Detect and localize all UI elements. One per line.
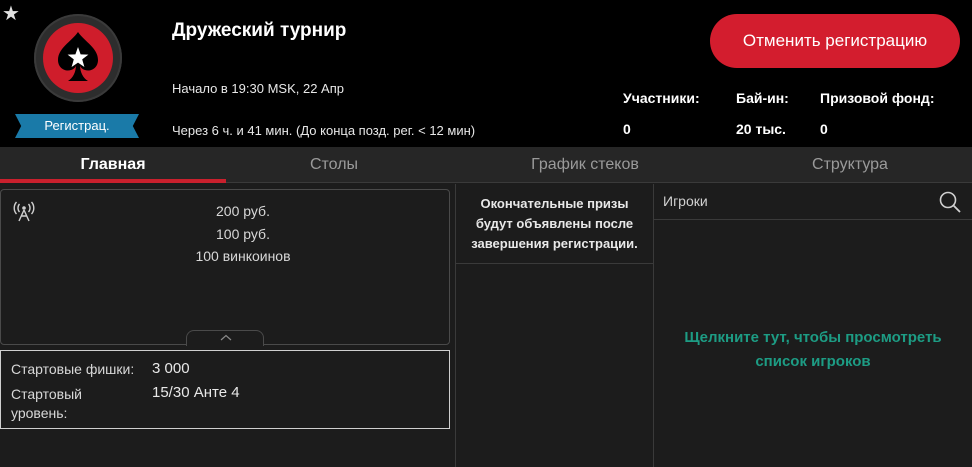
pokerstars-logo: [34, 14, 122, 102]
view-players-link[interactable]: Щелкните тут, чтобы просмотреть список и…: [654, 326, 972, 374]
start-time: Начало в 19:30 MSK, 22 Апр: [172, 81, 344, 96]
tournament-header: ★ Регистрац. Дружеский турнир Начало в 1…: [0, 0, 972, 147]
starting-level-label-line2: уровень:: [11, 405, 68, 421]
players-stat-value: 0: [623, 121, 631, 137]
players-search-input[interactable]: Игроки: [663, 193, 708, 209]
final-prizes-note-line1: Окончательные призы: [480, 196, 629, 211]
prize-line-3: 100 винкоинов: [195, 248, 291, 264]
view-players-link-line1: Щелкните тут, чтобы просмотреть: [684, 329, 942, 346]
search-icon[interactable]: [938, 190, 962, 214]
starting-level-value: 15/30 Анте 4: [152, 384, 240, 401]
prize-line-2: 100 руб.: [216, 226, 270, 242]
buyin-stat-value: 20 тыс.: [736, 121, 786, 137]
tab-stack-chart[interactable]: График стеков: [442, 147, 728, 183]
divider: [456, 263, 653, 264]
tab-structure[interactable]: Структура: [728, 147, 972, 183]
tournament-title: Дружеский турнир: [172, 20, 347, 41]
starting-chips-value: 3 000: [152, 360, 190, 377]
final-prizes-note-line2: будут объявлены после: [475, 216, 634, 231]
favorite-star-icon[interactable]: ★: [2, 4, 20, 24]
cancel-registration-button[interactable]: Отменить регистрацию: [710, 14, 960, 68]
final-prizes-note-line3: завершения регистрации.: [471, 236, 638, 251]
prizepool-stat-value: 0: [820, 121, 828, 137]
tab-bar: Главная Столы График стеков Структура: [0, 147, 972, 183]
registration-status-badge: Регистрац.: [15, 114, 139, 138]
final-prizes-note: Окончательные призы будут объявлены посл…: [455, 194, 654, 254]
chevron-up-icon: [220, 334, 232, 341]
tab-main[interactable]: Главная: [0, 147, 226, 183]
prize-line-1: 200 руб.: [216, 203, 270, 219]
prizepool-stat-label: Призовой фонд:: [820, 90, 935, 106]
players-stat-label: Участники:: [623, 90, 700, 106]
starting-level-label-line1: Стартовый: [11, 386, 82, 402]
starting-chips-label: Стартовые фишки:: [11, 361, 135, 377]
collapse-toggle[interactable]: [186, 330, 264, 346]
active-tab-indicator: [0, 179, 226, 183]
view-players-link-line2: список игроков: [755, 353, 871, 370]
time-remaining: Через 6 ч. и 41 мин. (До конца позд. рег…: [172, 123, 476, 138]
buyin-stat-label: Бай-ин:: [736, 90, 789, 106]
tab-tables[interactable]: Столы: [226, 147, 442, 183]
